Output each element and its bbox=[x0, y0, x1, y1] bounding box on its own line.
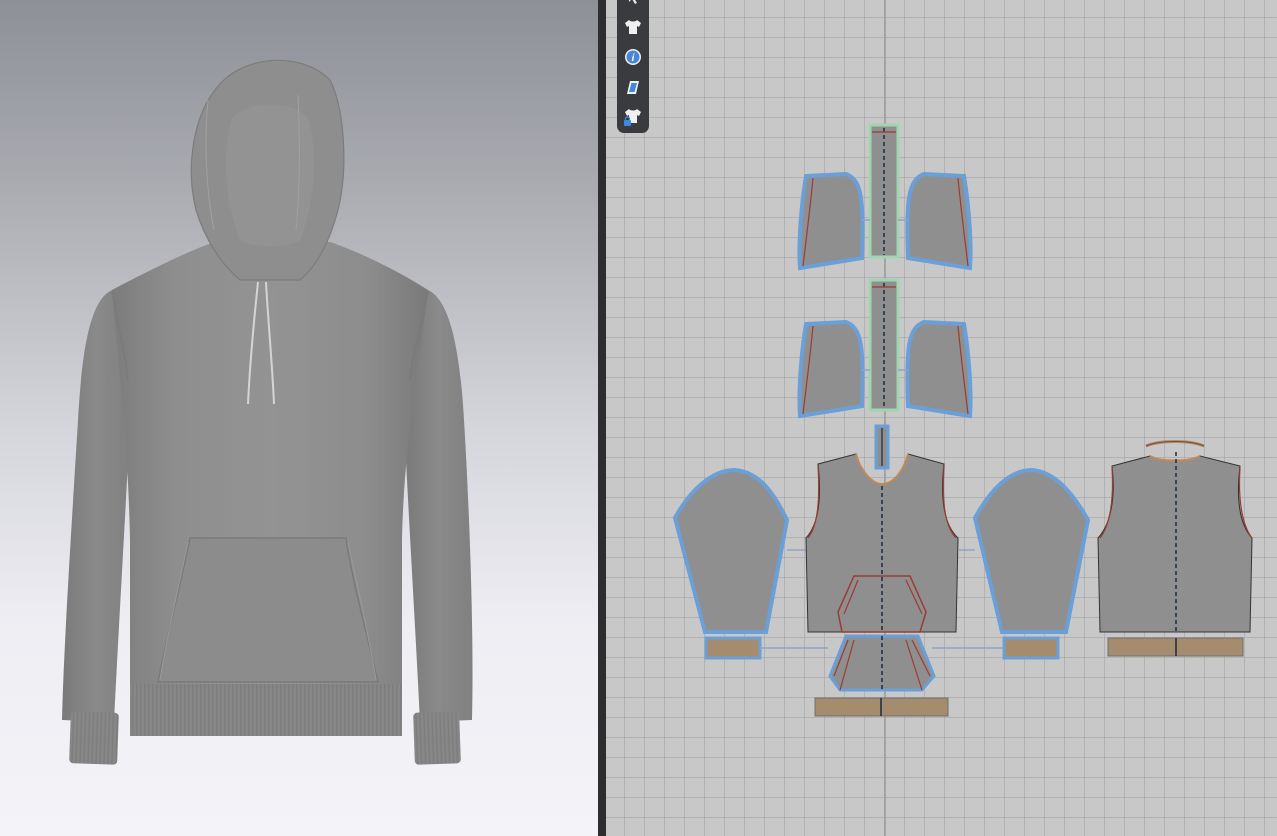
tshirt-lock-icon bbox=[624, 109, 641, 126]
info-icon: i bbox=[625, 49, 641, 65]
sleeve-left[interactable] bbox=[672, 467, 790, 634]
arrow-icon bbox=[629, 0, 637, 4]
pattern-canvas[interactable] bbox=[606, 0, 1277, 836]
lock-garment-button[interactable] bbox=[620, 104, 646, 130]
placket-piece[interactable] bbox=[874, 424, 890, 470]
back-body[interactable] bbox=[1097, 452, 1253, 633]
right-cuff bbox=[413, 711, 461, 765]
pattern-toolbar: i bbox=[617, 0, 649, 133]
back-neck-band[interactable] bbox=[1145, 440, 1205, 448]
select-tool-button[interactable] bbox=[620, 0, 646, 10]
2d-pattern-viewport[interactable] bbox=[606, 0, 1277, 836]
kangaroo-pocket-piece[interactable] bbox=[828, 634, 936, 692]
cuff-left[interactable] bbox=[704, 636, 762, 660]
show-garment-button[interactable] bbox=[620, 14, 646, 40]
3d-viewport[interactable] bbox=[0, 0, 598, 836]
sleeve-right[interactable] bbox=[972, 467, 1091, 634]
hoodie-3d-render[interactable] bbox=[0, 0, 598, 836]
hem-rib-front[interactable] bbox=[814, 697, 949, 717]
left-cuff bbox=[69, 711, 119, 765]
cuff-right[interactable] bbox=[1002, 636, 1060, 660]
hem-rib-back[interactable] bbox=[1107, 637, 1244, 657]
hood-center-strip-1[interactable] bbox=[868, 123, 900, 259]
svg-text:i: i bbox=[632, 53, 635, 64]
information-button[interactable]: i bbox=[620, 44, 646, 70]
hood-piece-left-2[interactable] bbox=[797, 319, 865, 419]
hood-center-strip-2[interactable] bbox=[868, 278, 900, 412]
hem-rib bbox=[130, 684, 402, 736]
front-body[interactable] bbox=[805, 453, 959, 633]
hood-opening bbox=[225, 104, 315, 246]
kangaroo-pocket bbox=[157, 537, 379, 683]
view-divider[interactable] bbox=[598, 0, 606, 836]
fabric-button[interactable] bbox=[620, 74, 646, 100]
hood-piece-right-2[interactable] bbox=[905, 319, 973, 419]
fabric-swatch-icon bbox=[627, 81, 639, 94]
hood-piece-right-1[interactable] bbox=[905, 171, 973, 271]
tshirt-icon bbox=[625, 20, 641, 34]
hood-piece-left-1[interactable] bbox=[797, 171, 865, 271]
